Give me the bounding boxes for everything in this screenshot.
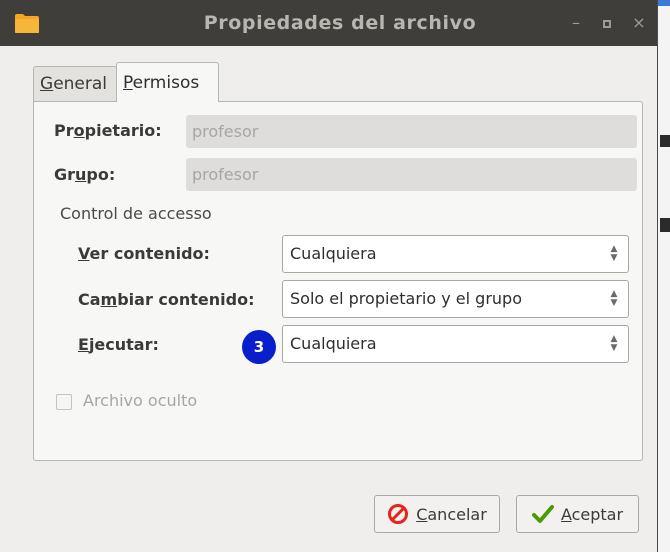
execute-label: Ejecutar: [78,335,159,354]
background-blue-mark [658,0,670,6]
tab-permisos[interactable]: Permisos [116,62,219,102]
tab-general-label: eneral [53,74,108,94]
execute-select[interactable]: Cualquiera ▲ ▼ [282,325,629,363]
background-desktop-strip [658,0,670,552]
updown-arrows-icon: ▲ ▼ [610,289,618,308]
maximize-button[interactable] [596,0,618,46]
owner-field: profesor [186,115,637,148]
minimize-icon: – [572,13,580,32]
group-field: profesor [186,158,637,191]
view-content-select[interactable]: Cualquiera ▲ ▼ [282,235,629,273]
view-content-label: Ver contenido: [78,244,210,263]
change-content-label: Cambiar contenido: [78,290,255,309]
tab-general[interactable]: General [33,66,117,102]
file-properties-dialog: Propiedades del archivo – × General Perm… [0,0,658,552]
step-number-badge: 3 [242,330,276,364]
owner-label: Propietario: [54,121,162,140]
checkmark-icon [531,505,554,523]
close-button[interactable]: × [628,0,650,46]
tab-permisos-label: ermisos [132,73,200,93]
maximize-icon [603,19,611,28]
hidden-file-checkbox[interactable] [56,394,72,410]
background-dark-mark [660,135,670,147]
hidden-file-label: Archivo oculto [83,391,198,410]
tab-general-mnemonic: G [40,74,54,94]
cancel-circle-icon [388,504,409,524]
cancel-button-label: Cancelar [416,504,487,524]
accept-button[interactable]: Aceptar [516,495,639,533]
cancel-button[interactable]: Cancelar [374,495,500,533]
minimize-button[interactable]: – [565,0,587,46]
group-label: Grupo: [54,165,116,184]
access-control-title: Control de accesso [60,204,212,223]
change-content-select[interactable]: Solo el propietario y el grupo ▲ ▼ [282,280,629,318]
title-bar[interactable]: Propiedades del archivo – × [0,0,657,46]
updown-arrows-icon: ▲ ▼ [610,334,618,353]
updown-arrows-icon: ▲ ▼ [610,244,618,263]
tab-permisos-mnemonic: P [123,73,133,93]
close-icon: × [632,13,646,32]
accept-button-label: Aceptar [560,504,624,524]
background-dark-mark [660,218,670,232]
window-title: Propiedades del archivo [203,12,477,34]
